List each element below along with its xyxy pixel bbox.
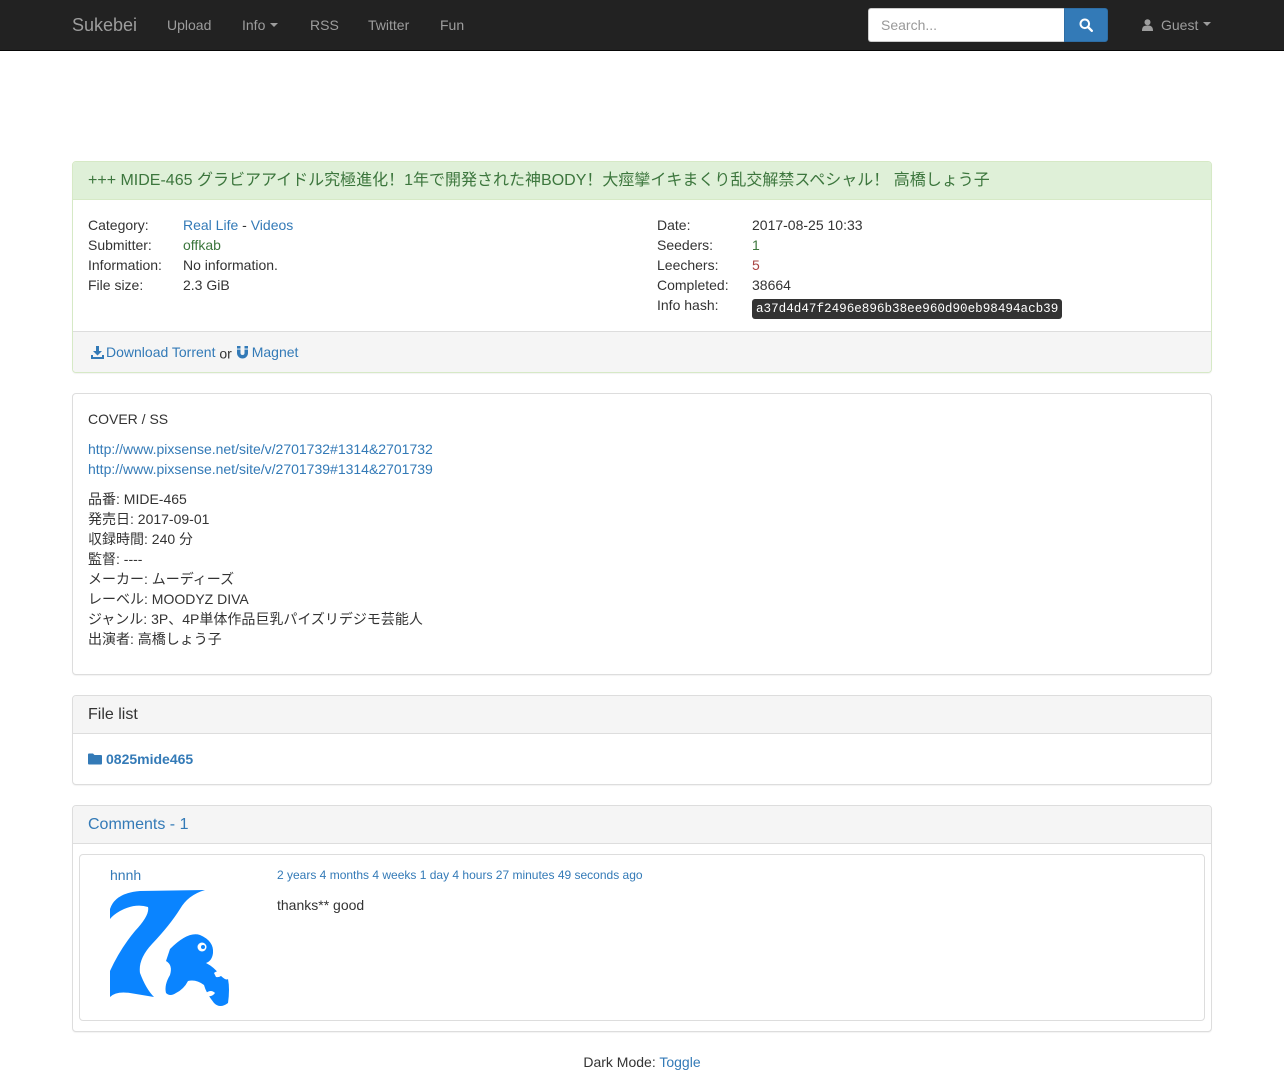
magnet-icon — [236, 345, 248, 358]
information-label: Information: — [88, 257, 162, 273]
completed-label: Completed: — [657, 277, 729, 293]
comments-heading: Comments - 1 — [73, 806, 1211, 844]
torrent-panel: +++ MIDE-465 グラビアアイドル究極進化！1年で開発された神BODY！… — [72, 161, 1212, 373]
submitter-label: Submitter: — [88, 237, 152, 253]
torrent-title-heading: +++ MIDE-465 グラビアアイドル究極進化！1年で開発された神BODY！… — [73, 162, 1211, 200]
dark-mode-label: Dark Mode: — [583, 1054, 660, 1070]
brand-link[interactable]: Sukebei — [72, 15, 137, 35]
description-link-1[interactable]: http://www.pixsense.net/site/v/2701732#1… — [88, 439, 433, 459]
navbar: Sukebei Upload Info RSS Twitter Fun Gues… — [0, 0, 1284, 51]
caret-down-icon — [1203, 22, 1212, 26]
file-size-label: File size: — [88, 277, 144, 293]
category-label: Category: — [88, 217, 149, 233]
file-list-panel: File list 0825mide465 — [72, 695, 1212, 785]
category-main-link[interactable]: Real Life — [183, 217, 238, 233]
comment-timestamp[interactable]: 2 years 4 months 4 weeks 1 day 4 hours 2… — [277, 867, 643, 884]
nav-info-label: Info — [242, 17, 266, 33]
file-size-value: 2.3 GiB — [183, 277, 230, 293]
leechers-label: Leechers: — [657, 257, 719, 273]
description-line: 出演者: 高橋しょう子 — [88, 631, 222, 647]
comment: hnnh 2 years 4 months 4 weeks 1 day 4 ho… — [79, 854, 1205, 1021]
user-icon — [1142, 19, 1153, 31]
magnet-label: Magnet — [251, 344, 299, 360]
description-panel: COVER / SS http://www.pixsense.net/site/… — [72, 393, 1212, 675]
search-button[interactable] — [1064, 8, 1108, 42]
category-sub-link[interactable]: Videos — [251, 217, 294, 233]
torrent-title: +++ MIDE-465 グラビアアイドル究極進化！1年で開発された神BODY！… — [88, 172, 990, 189]
information-value: No information. — [183, 257, 278, 273]
download-icon — [91, 345, 104, 359]
seeders-label: Seeders: — [657, 237, 714, 253]
description-line: 発売日: 2017-09-01 — [88, 511, 210, 527]
leechers-value: 5 — [752, 257, 760, 273]
nav-info-dropdown[interactable]: Info — [242, 15, 279, 35]
date-value: 2017-08-25 10:33 — [752, 217, 863, 233]
comments-panel: Comments - 1 hnnh 2 years 4 months 4 wee… — [72, 805, 1212, 1032]
caret-down-icon — [270, 23, 279, 28]
avatar-drawing — [110, 890, 229, 1006]
description-link-2[interactable]: http://www.pixsense.net/site/v/2701739#1… — [88, 459, 433, 479]
magnet-link[interactable]: Magnet — [236, 332, 299, 372]
user-label: Guest — [1161, 17, 1199, 33]
nav-rss[interactable]: RSS — [310, 15, 339, 35]
info-hash-value: a37d4d47f2496e896b38ee960d90eb98494acb39 — [752, 299, 1063, 319]
user-dropdown[interactable]: Guest — [1142, 15, 1212, 35]
download-torrent-link[interactable]: Download Torrent — [91, 332, 215, 372]
search-input[interactable] — [868, 8, 1065, 42]
or-text: or — [215, 345, 236, 362]
completed-value: 38664 — [752, 277, 791, 293]
info-hash-label: Info hash: — [657, 297, 719, 313]
submitter-link[interactable]: offkab — [183, 235, 221, 255]
search-icon — [1079, 18, 1093, 32]
torrent-actions: Download Torrent or Magnet — [73, 331, 1211, 372]
folder-item[interactable]: 0825mide465 — [88, 749, 193, 769]
description-line: レーベル: MOODYZ DIVA — [88, 591, 249, 607]
seeders-value: 1 — [752, 237, 760, 253]
dark-mode-toggle[interactable]: Toggle — [659, 1054, 700, 1070]
comments-title[interactable]: Comments - 1 — [88, 806, 1196, 843]
description-line: メーカー: ムーディーズ — [88, 571, 235, 587]
nav-upload[interactable]: Upload — [167, 15, 211, 35]
comment-user[interactable]: hnnh — [110, 865, 141, 885]
avatar-image[interactable] — [110, 889, 230, 1009]
footer: Dark Mode: Toggle — [0, 1052, 1284, 1072]
nav-twitter[interactable]: Twitter — [368, 15, 409, 35]
folder-icon — [88, 753, 102, 765]
nav-fun[interactable]: Fun — [440, 15, 464, 35]
description-line: 収録時間: 240 分 — [88, 531, 194, 547]
date-label: Date: — [657, 217, 691, 233]
download-torrent-label: Download Torrent — [106, 344, 216, 360]
description-line: ジャンル: 3P、4P単体作品巨乳パイズリデジモ芸能人 — [88, 611, 423, 627]
category-separator: - — [238, 217, 251, 233]
description-line: 品番: MIDE-465 — [88, 491, 187, 507]
file-list-title: File list — [88, 706, 138, 723]
description-line: 監督: ---- — [88, 551, 143, 567]
description-heading: COVER / SS — [88, 411, 169, 427]
file-list-heading: File list — [73, 696, 1211, 734]
comment-text: thanks** good — [277, 897, 365, 913]
folder-name[interactable]: 0825mide465 — [106, 749, 193, 769]
